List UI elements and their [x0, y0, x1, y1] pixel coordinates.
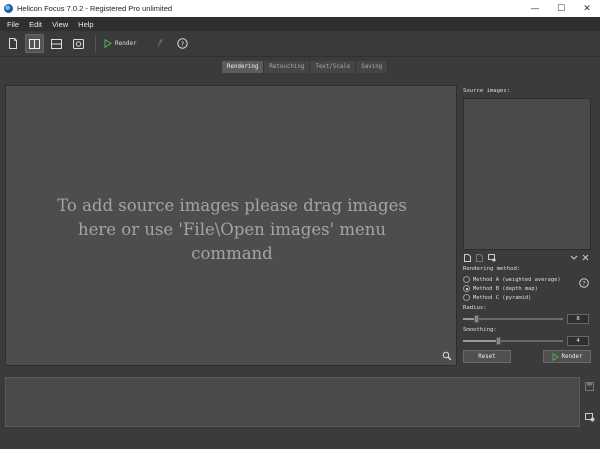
method-b-label: Method B (depth map) — [473, 285, 538, 292]
method-b-option[interactable]: Method B (depth map) — [463, 285, 538, 292]
smoothing-slider[interactable] — [463, 337, 563, 345]
smoothing-value-field[interactable]: 4 — [567, 336, 589, 346]
panel-render-button[interactable]: Render — [543, 350, 591, 363]
preview-icon — [73, 38, 84, 49]
reset-button[interactable]: Reset — [463, 350, 511, 363]
menu-help[interactable]: Help — [73, 20, 98, 29]
mode-tabs: Rendering Retouching Text/Scale Saving — [222, 61, 389, 73]
drop-hint-line-2: here or use 'File\Open images' menu — [77, 220, 387, 239]
maximize-button[interactable]: ☐ — [548, 0, 574, 17]
log-panel[interactable] — [5, 377, 580, 427]
radius-value-field[interactable]: 8 — [567, 314, 589, 324]
minimize-button[interactable]: — — [522, 0, 548, 17]
app-logo-icon — [4, 4, 13, 13]
image-canvas[interactable]: To add source images please drag images … — [5, 85, 457, 366]
remove-images-button[interactable] — [475, 253, 484, 262]
add-file-icon — [464, 253, 471, 262]
toolbar: Render ? — [0, 31, 600, 57]
layout-columns-icon — [29, 38, 40, 49]
layout-rows-icon — [51, 38, 62, 49]
brush-icon — [158, 38, 164, 48]
rendering-method-label: Rendering method: — [463, 266, 521, 272]
toolbar-separator — [95, 35, 96, 52]
smoothing-slider-fill — [463, 340, 496, 342]
window-controls: — ☐ ✕ — [522, 0, 600, 17]
image-settings-button[interactable] — [487, 253, 496, 262]
method-a-option[interactable]: Method A (weighted average) — [463, 276, 561, 283]
toolbar-render-button[interactable]: Render — [100, 34, 141, 53]
method-c-label: Method C (pyramid) — [473, 294, 532, 301]
method-help-icon[interactable]: ? — [579, 278, 589, 288]
source-images-list[interactable] — [463, 98, 591, 250]
menu-bar: File Edit View Help — [0, 17, 600, 31]
image-settings-icon — [487, 253, 496, 262]
radius-slider-thumb[interactable] — [474, 315, 479, 323]
drop-hint-text: To add source images please drag images … — [6, 194, 458, 266]
layout-rows-button[interactable] — [47, 34, 66, 53]
zoom-icon[interactable] — [442, 351, 452, 361]
close-list-button[interactable] — [581, 253, 590, 262]
tab-saving[interactable]: Saving — [356, 61, 389, 73]
title-bar: Helicon Focus 7.0.2 - Registered Pro unl… — [0, 0, 600, 17]
menu-edit[interactable]: Edit — [24, 20, 47, 29]
new-file-button[interactable] — [3, 34, 22, 53]
tab-retouching[interactable]: Retouching — [264, 61, 311, 73]
method-c-radio[interactable] — [463, 294, 470, 301]
menu-file[interactable]: File — [2, 20, 24, 29]
preview-button[interactable] — [69, 34, 88, 53]
help-icon: ? — [176, 38, 188, 49]
menu-view[interactable]: View — [47, 20, 73, 29]
smoothing-slider-thumb[interactable] — [496, 337, 501, 345]
render-play-icon — [552, 352, 559, 361]
render-play-icon — [104, 39, 112, 48]
log-settings-icon[interactable] — [585, 413, 595, 422]
tab-rendering[interactable]: Rendering — [222, 61, 265, 73]
help-button[interactable]: ? — [173, 34, 192, 53]
radius-label: Radius: — [463, 305, 487, 311]
toolbar-render-label: Render — [115, 40, 137, 47]
source-images-label: Source images: — [463, 88, 511, 94]
move-down-button[interactable] — [569, 253, 578, 262]
log-toolbar — [584, 380, 596, 426]
save-log-icon[interactable] — [585, 382, 594, 391]
method-c-option[interactable]: Method C (pyramid) — [463, 294, 531, 301]
radius-slider-fill — [463, 318, 474, 320]
window-title: Helicon Focus 7.0.2 - Registered Pro unl… — [17, 4, 173, 13]
radius-slider[interactable] — [463, 315, 563, 323]
smoothing-label: Smoothing: — [463, 327, 497, 333]
svg-text:?: ? — [582, 280, 585, 287]
panel-render-label: Render — [561, 353, 583, 360]
drop-hint-line-1: To add source images please drag images — [57, 196, 407, 215]
close-icon — [582, 254, 589, 261]
smoothing-slider-row: 4 — [463, 336, 591, 346]
layout-columns-button[interactable] — [25, 34, 44, 53]
brush-button[interactable] — [151, 34, 170, 53]
tab-text-scale[interactable]: Text/Scale — [310, 61, 357, 73]
source-images-toolbar — [463, 252, 593, 263]
drop-hint-line-3: command — [191, 244, 273, 263]
add-images-button[interactable] — [463, 253, 472, 262]
remove-file-icon — [476, 253, 483, 262]
method-a-label: Method A (weighted average) — [473, 276, 561, 283]
svg-text:?: ? — [180, 40, 183, 48]
close-button[interactable]: ✕ — [574, 0, 600, 17]
method-a-radio[interactable] — [463, 276, 470, 283]
method-b-radio[interactable] — [463, 285, 470, 292]
radius-slider-row: 8 — [463, 314, 591, 324]
new-file-icon — [8, 38, 17, 49]
chevron-down-icon — [570, 255, 577, 260]
right-panel: Source images: Rendering method: Method … — [461, 85, 595, 366]
